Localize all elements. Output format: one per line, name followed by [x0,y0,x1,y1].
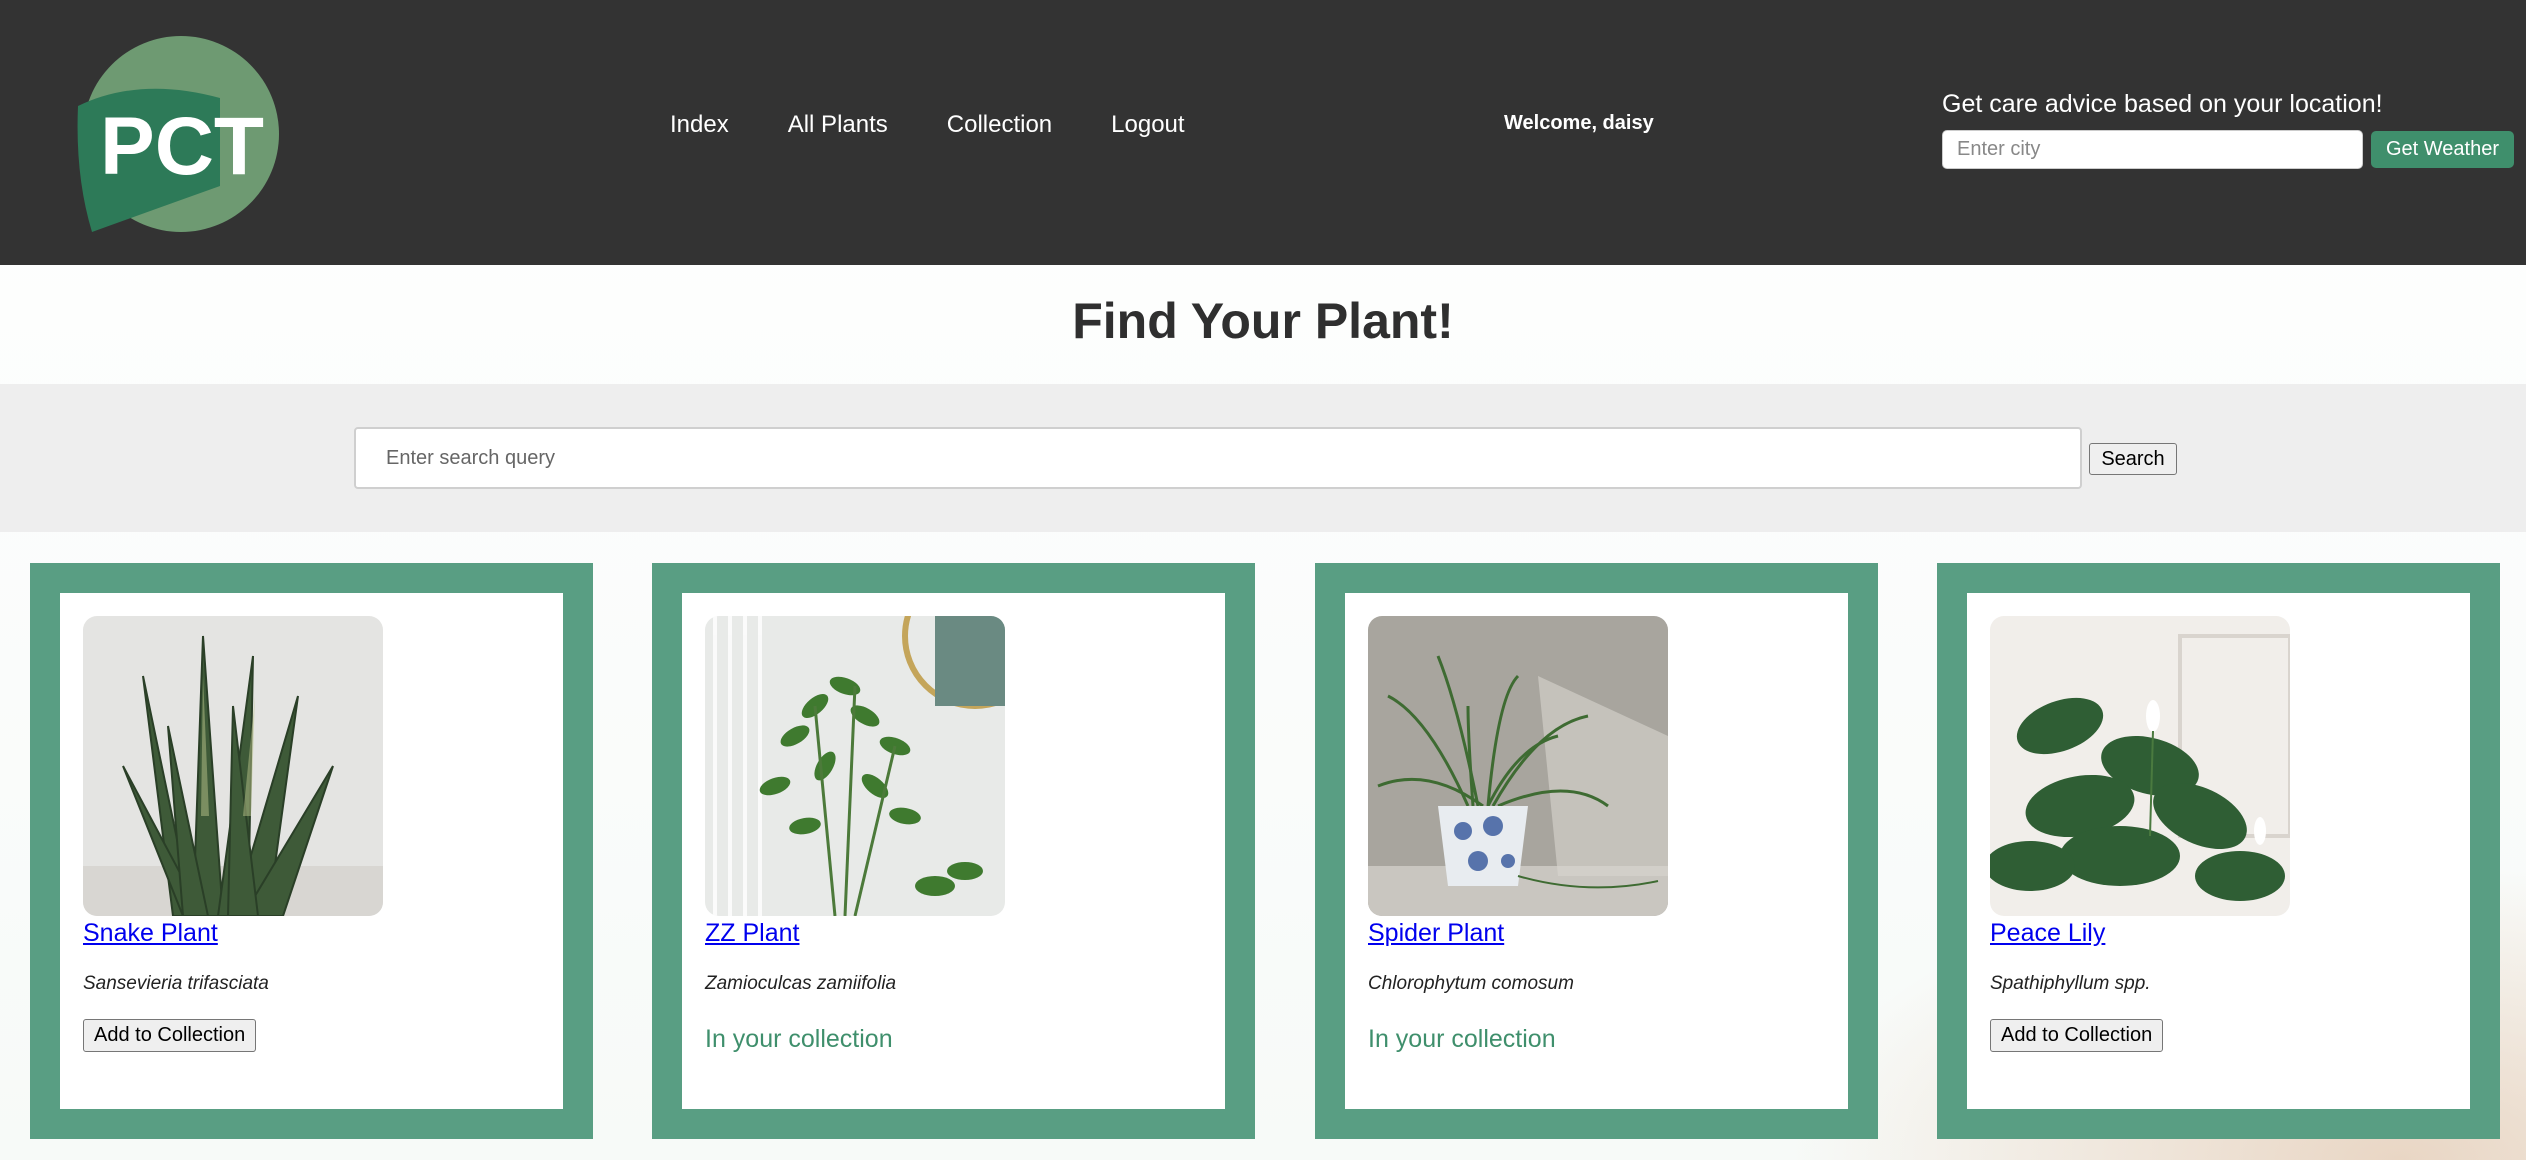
plant-name-link[interactable]: Snake Plant [83,919,218,948]
logo-text: PCT [100,101,264,192]
pct-logo[interactable]: PCT [70,36,285,236]
add-to-collection-button[interactable]: Add to Collection [83,1019,257,1052]
page-title: Find Your Plant! [1072,293,1454,349]
in-collection-status: In your collection [705,1025,893,1053]
plant-name-link[interactable]: Spider Plant [1368,919,1504,948]
site-header: PCT Index All Plants Collection Logout W… [0,0,2526,265]
nav-index[interactable]: Index [670,108,729,142]
plant-card-body: Snake Plant Sansevieria trifasciata Add … [60,593,563,1109]
snake-plant-image[interactable] [83,616,383,916]
zz-plant-image[interactable] [705,616,1005,916]
nav-logout[interactable]: Logout [1111,108,1184,142]
plant-card: Spider Plant Chlorophytum comosum In you… [1315,563,1878,1139]
nav-collection[interactable]: Collection [947,108,1052,142]
plant-name-link[interactable]: ZZ Plant [705,919,799,948]
in-collection-status: In your collection [1368,1025,1556,1053]
plant-scientific-name: Sansevieria trifasciata [83,973,269,994]
plant-card: Snake Plant Sansevieria trifasciata Add … [30,563,593,1139]
get-weather-button[interactable]: Get Weather [2371,131,2514,168]
search-section: Search [0,384,2526,532]
welcome-message: Welcome, daisy [1504,112,1654,134]
peace-lily-image[interactable] [1990,616,2290,916]
plant-card-body: Peace Lily Spathiphyllum spp. Add to Col… [1967,593,2470,1109]
nav-all-plants[interactable]: All Plants [788,108,888,142]
weather-prompt: Get care advice based on your location! [1942,90,2383,118]
plant-scientific-name: Chlorophytum comosum [1368,973,1574,994]
search-input[interactable] [354,427,2082,489]
add-to-collection-button[interactable]: Add to Collection [1990,1019,2164,1052]
plant-name-link[interactable]: Peace Lily [1990,919,2105,948]
plant-card-body: Spider Plant Chlorophytum comosum In you… [1345,593,1848,1109]
main-nav: Index All Plants Collection Logout [670,108,1185,142]
plant-scientific-name: Zamioculcas zamiifolia [705,973,897,994]
search-button[interactable]: Search [2089,443,2177,475]
plant-scientific-name: Spathiphyllum spp. [1990,973,2151,994]
plant-card-body: ZZ Plant Zamioculcas zamiifolia In your … [682,593,1225,1109]
plant-card: Peace Lily Spathiphyllum spp. Add to Col… [1937,563,2500,1139]
plant-card: ZZ Plant Zamioculcas zamiifolia In your … [652,563,1255,1139]
spider-plant-image[interactable] [1368,616,1668,916]
city-input[interactable] [1942,130,2363,169]
